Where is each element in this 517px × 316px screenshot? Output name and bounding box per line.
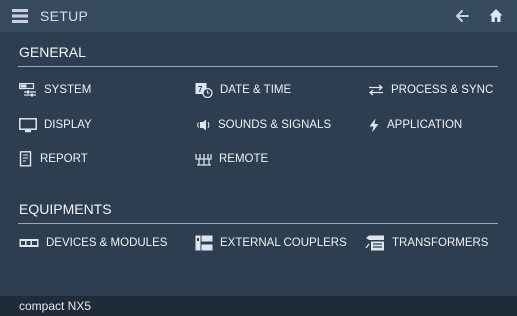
- svg-text:7: 7: [198, 85, 203, 94]
- document-icon: [19, 151, 33, 167]
- remote-label: REMOTE: [219, 153, 269, 165]
- external-couplers-label: EXTERNAL COUPLERS: [220, 237, 347, 249]
- transformer-icon: [365, 235, 385, 251]
- equipments-divider: [18, 223, 498, 224]
- top-bar: SETUP: [0, 0, 517, 32]
- devices-modules-label: DEVICES & MODULES: [46, 237, 168, 249]
- remote-connector-icon: [195, 153, 212, 166]
- exchange-arrows-icon: [368, 84, 384, 96]
- date-time-label: DATE & TIME: [220, 84, 292, 96]
- equipments-section-title: EQUIPMENTS: [19, 201, 112, 217]
- calendar-clock-icon: 7: [195, 82, 213, 98]
- general-divider: [18, 66, 498, 67]
- display-label: DISPLAY: [44, 119, 92, 131]
- transformers-item[interactable]: TRANSFORMERS: [365, 233, 488, 253]
- system-settings-icon: [19, 83, 37, 97]
- module-rack-icon: [19, 238, 39, 248]
- report-item[interactable]: REPORT: [19, 149, 88, 169]
- device-name: compact NX5: [19, 299, 92, 313]
- display-item[interactable]: DISPLAY: [19, 115, 92, 135]
- system-label: SYSTEM: [44, 84, 92, 96]
- coupler-icon: [195, 235, 213, 251]
- system-item[interactable]: SYSTEM: [19, 80, 91, 100]
- speaker-icon: [195, 119, 211, 131]
- lightning-icon: [368, 118, 380, 133]
- date-time-item[interactable]: 7 DATE & TIME: [195, 80, 291, 100]
- report-label: REPORT: [40, 153, 88, 165]
- footer-bar: compact NX5: [0, 296, 517, 316]
- sounds-signals-item[interactable]: SOUNDS & SIGNALS: [195, 115, 331, 135]
- external-couplers-item[interactable]: EXTERNAL COUPLERS: [195, 233, 347, 253]
- page-title: SETUP: [40, 8, 89, 24]
- process-sync-item[interactable]: PROCESS & SYNC: [368, 80, 493, 100]
- process-sync-label: PROCESS & SYNC: [391, 84, 494, 96]
- devices-modules-item[interactable]: DEVICES & MODULES: [19, 233, 167, 253]
- remote-item[interactable]: REMOTE: [195, 149, 268, 169]
- general-section-title: GENERAL: [19, 44, 86, 60]
- application-item[interactable]: APPLICATION: [368, 115, 462, 135]
- menu-icon[interactable]: [12, 8, 28, 24]
- transformers-label: TRANSFORMERS: [392, 237, 489, 249]
- sounds-signals-label: SOUNDS & SIGNALS: [218, 119, 332, 131]
- home-icon[interactable]: [489, 8, 503, 23]
- back-arrow-icon[interactable]: [455, 9, 469, 23]
- monitor-icon: [19, 117, 37, 133]
- application-label: APPLICATION: [387, 119, 463, 131]
